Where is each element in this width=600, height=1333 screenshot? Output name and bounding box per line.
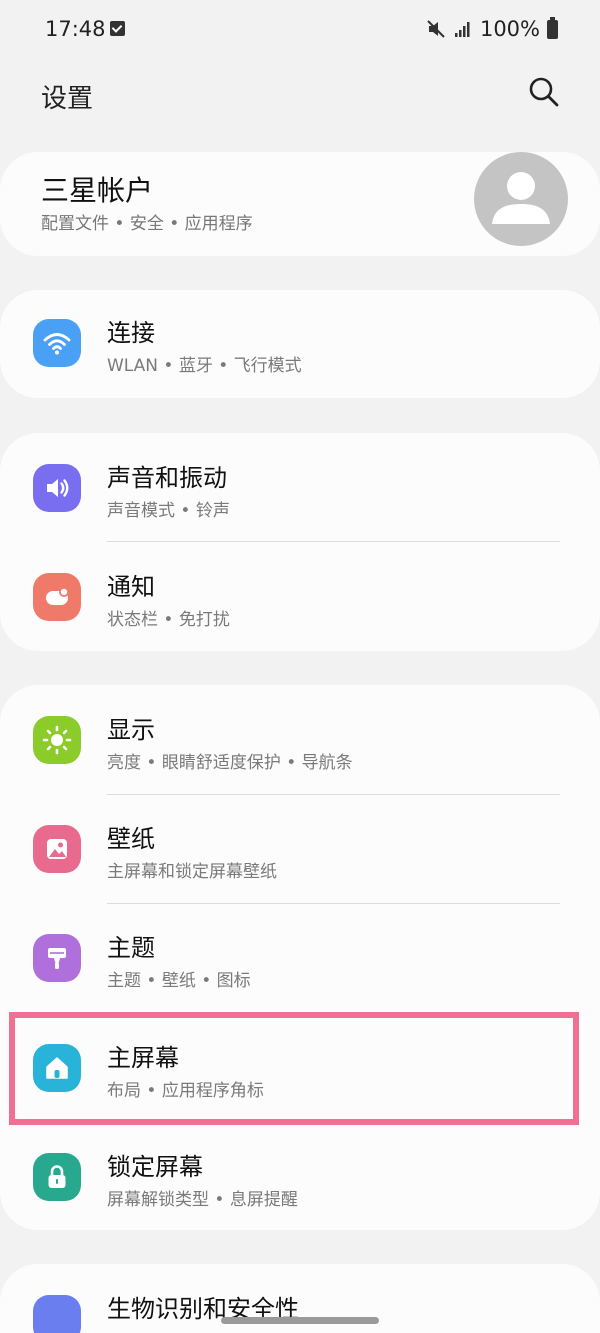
settings-item-sound[interactable]: 声音和振动 声音模式 • 铃声 (0, 433, 600, 543)
settings-item-title: 通知 (107, 573, 155, 601)
settings-item-subtitle: 屏幕解锁类型 • 息屏提醒 (107, 1190, 298, 1210)
display-card: 显示 亮度 • 眼睛舒适度保护 • 导航条 壁纸 主屏幕和锁定屏幕壁纸 主题 主… (0, 685, 600, 1230)
settings-item-title: 主题 (107, 934, 155, 962)
settings-item-subtitle: 布局 • 应用程序角标 (107, 1081, 264, 1101)
avatar[interactable] (474, 152, 568, 246)
settings-item-themes[interactable]: 主题 主题 • 壁纸 • 图标 (0, 903, 600, 1013)
settings-item-subtitle: 主屏幕和锁定屏幕壁纸 (107, 862, 277, 882)
settings-item-subtitle: 主题 • 壁纸 • 图标 (107, 971, 251, 991)
settings-item-subtitle: 状态栏 • 免打扰 (107, 610, 230, 630)
person-icon (492, 172, 550, 224)
settings-item-display[interactable]: 显示 亮度 • 眼睛舒适度保护 • 导航条 (0, 685, 600, 795)
settings-item-lock-screen[interactable]: 锁定屏幕 屏幕解锁类型 • 息屏提醒 (0, 1122, 600, 1232)
search-icon (529, 77, 559, 107)
page-title: 设置 (41, 84, 94, 114)
status-icons: 100% (426, 16, 558, 41)
settings-item-title: 主屏幕 (107, 1044, 179, 1072)
lock-icon (33, 1153, 81, 1201)
settings-item-notifications[interactable]: 通知 状态栏 • 免打扰 (0, 542, 600, 652)
settings-item-subtitle: 声音模式 • 铃声 (107, 501, 230, 521)
wifi-icon (33, 319, 81, 367)
status-time: 17:48 (45, 17, 106, 41)
account-title: 三星帐户 (41, 174, 154, 207)
mute-icon (427, 20, 445, 38)
settings-item-title: 显示 (107, 716, 155, 744)
home-indicator[interactable] (221, 1317, 379, 1324)
settings-item-connections[interactable]: 连接 WLAN • 蓝牙 • 飞行模式 (0, 288, 600, 398)
sound-notification-card: 声音和振动 声音模式 • 铃声 通知 状态栏 • 免打扰 (0, 433, 600, 651)
settings-item-title: 声音和振动 (107, 464, 227, 492)
volume-icon (33, 464, 81, 512)
settings-item-subtitle: 亮度 • 眼睛舒适度保护 • 导航条 (107, 753, 353, 773)
settings-item-title: 锁定屏幕 (107, 1153, 203, 1181)
samsung-account-card[interactable]: 三星帐户 配置文件 • 安全 • 应用程序 (0, 152, 600, 256)
shield-icon (33, 1295, 81, 1333)
settings-item-subtitle: WLAN • 蓝牙 • 飞行模式 (107, 356, 302, 376)
settings-item-wallpaper[interactable]: 壁纸 主屏幕和锁定屏幕壁纸 (0, 794, 600, 904)
account-subtitle: 配置文件 • 安全 • 应用程序 (41, 214, 253, 234)
settings-item-home-screen[interactable]: 主屏幕 布局 • 应用程序角标 (0, 1013, 600, 1123)
signal-icon (454, 22, 470, 37)
header: 设置 (0, 60, 600, 130)
home-icon (33, 1044, 81, 1092)
battery-percent: 100% (479, 17, 540, 41)
status-bar: 17:48 100% (0, 0, 600, 60)
search-button[interactable] (524, 72, 564, 112)
checkbox-notification-icon (110, 21, 125, 36)
notification-icon (33, 573, 81, 621)
connections-card: 连接 WLAN • 蓝牙 • 飞行模式 (0, 290, 600, 398)
battery-icon (547, 16, 558, 39)
settings-item-title: 连接 (107, 319, 155, 347)
brightness-icon (33, 716, 81, 764)
settings-item-title: 壁纸 (107, 825, 155, 853)
wallpaper-icon (33, 825, 81, 873)
theme-icon (33, 934, 81, 982)
